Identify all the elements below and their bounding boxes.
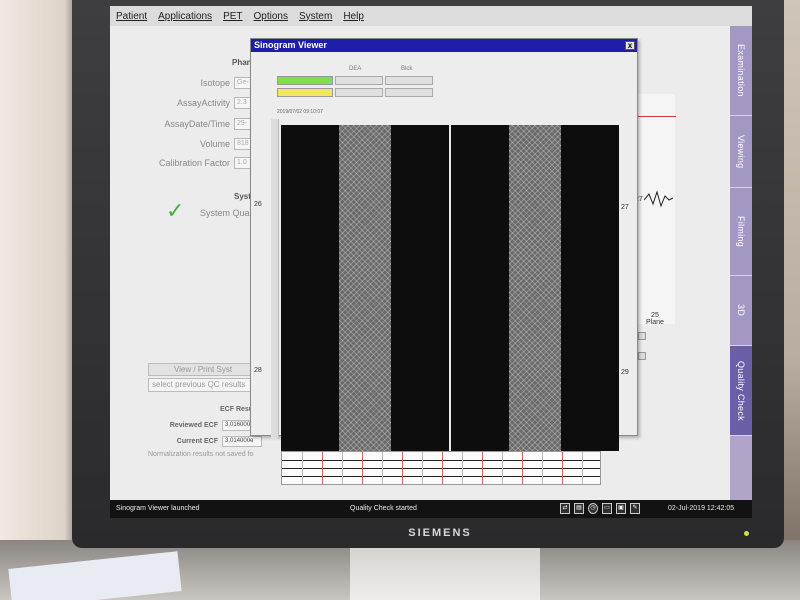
menu-pet[interactable]: PET: [223, 11, 242, 22]
tab-examination-label: Examination: [736, 44, 746, 97]
plot-wave: [644, 190, 674, 208]
plane-number-27: 27: [621, 204, 629, 211]
chevron-down-icon[interactable]: [638, 352, 646, 360]
sinogram-viewer-window: Sinogram Viewer x DEA Blck 2019/07/02 09…: [250, 38, 638, 485]
normalization-message: Normalization results not saved fo: [148, 451, 254, 458]
profile-vline-red: [562, 452, 563, 484]
plane-number-28: 28: [254, 367, 262, 374]
tab-filming[interactable]: Filming: [730, 188, 752, 276]
profile-vline-red: [402, 452, 403, 484]
viewer-scrollbar[interactable]: [271, 119, 279, 439]
disk-icon[interactable]: ▣: [616, 503, 626, 514]
status-message-left: Sinogram Viewer launched: [116, 505, 200, 512]
profile-vline: [582, 452, 583, 484]
tab-viewing-label: Viewing: [736, 134, 746, 169]
menu-system[interactable]: System: [299, 11, 332, 22]
sinogram-divider: [449, 125, 451, 451]
menu-help[interactable]: Help: [343, 11, 364, 22]
clock-icon[interactable]: ◷: [588, 503, 598, 514]
monitor-icon[interactable]: ▭: [602, 503, 612, 514]
network-icon[interactable]: ⇄: [560, 503, 570, 514]
profile-vline: [342, 452, 343, 484]
tab-filming-label: Filming: [736, 215, 746, 248]
printer-icon[interactable]: ▤: [574, 503, 584, 514]
plane-label-box: 25 Plane: [646, 312, 664, 326]
profile-vline: [302, 452, 303, 484]
profile-vline: [502, 452, 503, 484]
tab-3d-label: 3D: [736, 304, 746, 317]
select-previous-qc-dropdown[interactable]: select previous QC results: [148, 378, 258, 392]
legend-cell: [335, 88, 383, 97]
profile-vline-red: [322, 452, 323, 484]
sinogram-image[interactable]: [281, 125, 619, 451]
volume-label: Volume: [199, 139, 230, 149]
profile-strip: [281, 451, 601, 485]
sinogram-band-left: [339, 125, 391, 451]
tab-viewing[interactable]: Viewing: [730, 116, 752, 188]
plane-number: 25: [651, 312, 659, 319]
tab-3d[interactable]: 3D: [730, 276, 752, 346]
monitor-stand: [350, 548, 540, 600]
current-ecf-field: 3.014000e: [222, 436, 262, 447]
profile-vline: [542, 452, 543, 484]
profile-vline: [422, 452, 423, 484]
menubar: Patient Applications PET Options System …: [110, 6, 752, 26]
tool-icon[interactable]: ✎: [630, 503, 640, 514]
legend-cell: [335, 76, 383, 85]
legend-col-dea: DEA: [349, 66, 362, 72]
profile-vline-red: [482, 452, 483, 484]
legend-swatch-yellow: [277, 88, 333, 97]
chevron-down-icon[interactable]: [638, 332, 646, 340]
menu-patient[interactable]: Patient: [116, 11, 147, 22]
tab-quality-check[interactable]: Quality Check: [730, 346, 752, 436]
check-icon: ✓: [166, 198, 185, 223]
menu-applications[interactable]: Applications: [158, 11, 212, 22]
monitor-brand: SIEMENS: [408, 527, 472, 539]
calibration-factor-label: Calibration Factor: [158, 158, 230, 168]
menu-options[interactable]: Options: [254, 11, 288, 22]
plane-number-29: 29: [621, 369, 629, 376]
profile-vline-red: [522, 452, 523, 484]
legend-col-blck: Blck: [401, 66, 413, 72]
assay-activity-label: AssayActivity: [176, 98, 230, 108]
status-clock: 02-Jul-2019 12:42:05: [668, 505, 735, 512]
viewer-titlebar[interactable]: Sinogram Viewer x: [251, 39, 637, 52]
tab-examination[interactable]: Examination: [730, 26, 752, 116]
close-icon[interactable]: x: [625, 41, 635, 50]
sinogram-band-right: [509, 125, 561, 451]
legend-cell: [385, 88, 433, 97]
profile-vline: [462, 452, 463, 484]
plane-label: Plane: [646, 319, 664, 326]
current-ecf-label: Current ECF: [176, 438, 218, 445]
status-bar: Sinogram Viewer launched Quality Check s…: [110, 500, 752, 518]
profile-vline-red: [362, 452, 363, 484]
tab-quality-check-label: Quality Check: [736, 360, 746, 421]
profile-vline: [382, 452, 383, 484]
scan-timestamp: 2019/07/02 09:10:07: [277, 109, 323, 115]
legend-swatch-green: [277, 76, 333, 85]
reviewed-ecf-label: Reviewed ECF: [169, 422, 218, 429]
power-led-icon: [744, 531, 749, 536]
status-message-center: Quality Check started: [350, 505, 417, 512]
view-print-button[interactable]: View / Print Syst: [148, 363, 258, 376]
viewer-title: Sinogram Viewer: [254, 40, 327, 50]
isotope-label: Isotope: [200, 78, 230, 88]
plane-number-26: 26: [254, 201, 262, 208]
profile-vline-red: [442, 452, 443, 484]
side-tabs: Examination Viewing Filming 3D Quality C…: [730, 26, 752, 500]
screen: Patient Applications PET Options System …: [110, 6, 752, 518]
legend-cell: [385, 76, 433, 85]
assay-datetime-label: AssayDate/Time: [164, 119, 230, 129]
